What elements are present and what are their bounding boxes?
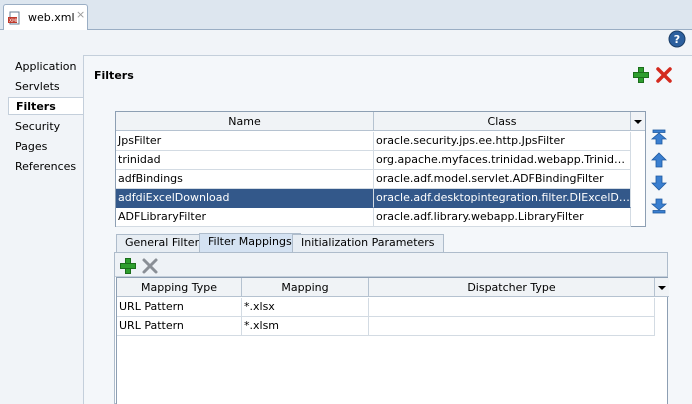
filter-class: oracle.adf.library.webapp.LibraryFilter	[374, 208, 631, 227]
table-row[interactable]: trinidad org.apache.myfaces.trinidad.web…	[116, 151, 631, 170]
column-header-mapping-type[interactable]: Mapping Type	[117, 278, 242, 297]
close-icon[interactable]: ×	[76, 8, 85, 21]
move-bottom-button[interactable]	[650, 197, 668, 215]
move-down-button[interactable]	[650, 174, 668, 192]
section-title: Filters	[94, 69, 134, 82]
tab-filter-mappings[interactable]: Filter Mappings	[199, 233, 301, 253]
column-header-mapping[interactable]: Mapping	[242, 278, 369, 297]
move-top-icon	[650, 129, 668, 145]
dropdown-icon	[658, 286, 666, 290]
mapping-value: *.xlsm	[242, 317, 369, 336]
dropdown-icon	[634, 120, 642, 124]
column-header-dispatcher-type[interactable]: Dispatcher Type	[369, 278, 655, 297]
tab-initialization-parameters[interactable]: Initialization Parameters	[292, 234, 444, 252]
editor-tab-strip	[0, 0, 692, 30]
mapping-value: *.xlsx	[242, 298, 369, 317]
delete-icon	[656, 67, 672, 83]
filter-class: oracle.security.jps.ee.http.JpsFilter	[374, 132, 631, 151]
nav-item-pages[interactable]: Pages	[8, 138, 84, 156]
move-up-button[interactable]	[650, 151, 668, 169]
column-menu-button[interactable]	[631, 112, 645, 131]
table-row[interactable]: URL Pattern *.xlsx	[117, 298, 655, 317]
svg-text:XML: XML	[9, 18, 19, 24]
table-row[interactable]: ADFLibraryFilter oracle.adf.library.weba…	[116, 208, 631, 227]
filter-name: adfdiExcelDownload	[116, 189, 374, 208]
filters-table: Name Class JpsFilter oracle.security.jps…	[115, 111, 646, 227]
add-mapping-button[interactable]	[119, 257, 137, 275]
move-up-icon	[651, 152, 667, 168]
dispatcher-type	[369, 317, 655, 336]
column-header-class[interactable]: Class	[374, 112, 631, 131]
nav-item-security[interactable]: Security	[8, 118, 84, 136]
add-icon	[633, 67, 649, 83]
delete-mapping-button[interactable]	[141, 257, 159, 275]
dispatcher-type	[369, 298, 655, 317]
delete-icon	[142, 258, 158, 274]
tab-general-filter[interactable]: General Filter	[116, 234, 209, 252]
move-top-button[interactable]	[650, 128, 668, 146]
delete-filter-button[interactable]	[655, 66, 673, 84]
table-row[interactable]: URL Pattern *.xlsm	[117, 317, 655, 336]
move-bottom-icon	[650, 198, 668, 214]
filter-name: trinidad	[116, 151, 374, 170]
filter-name: adfBindings	[116, 170, 374, 189]
table-row[interactable]: adfBindings oracle.adf.model.servlet.ADF…	[116, 170, 631, 189]
add-icon	[120, 258, 136, 274]
editor-tab-web-xml[interactable]: XML web.xml ×	[3, 4, 88, 31]
add-filter-button[interactable]	[632, 66, 650, 84]
filter-class: org.apache.myfaces.trinidad.webapp.Trini…	[374, 151, 631, 170]
table-row[interactable]: JpsFilter oracle.security.jps.ee.http.Jp…	[116, 132, 631, 151]
nav-item-servlets[interactable]: Servlets	[8, 78, 84, 96]
filter-name: JpsFilter	[116, 132, 374, 151]
filter-class: oracle.adf.desktopintegration.filter.DIE…	[374, 189, 631, 208]
filter-class: oracle.adf.model.servlet.ADFBindingFilte…	[374, 170, 631, 189]
filter-name: ADFLibraryFilter	[116, 208, 374, 227]
table-row-selected[interactable]: adfdiExcelDownload oracle.adf.desktopint…	[116, 189, 631, 208]
mapping-type: URL Pattern	[117, 317, 242, 336]
editor-tab-label: web.xml	[28, 11, 75, 24]
nav-item-references[interactable]: References	[8, 158, 84, 176]
move-down-icon	[651, 175, 667, 191]
svg-text:?: ?	[674, 33, 680, 46]
mapping-type: URL Pattern	[117, 298, 242, 317]
xml-file-icon: XML	[8, 11, 20, 25]
mappings-toolbar	[115, 253, 667, 277]
nav-item-filters[interactable]: Filters	[8, 97, 84, 115]
help-icon[interactable]: ?	[668, 30, 686, 48]
filter-mappings-table: Mapping Type Mapping Dispatcher Type URL…	[116, 277, 669, 404]
column-menu-button[interactable]	[655, 278, 669, 297]
column-header-name[interactable]: Name	[116, 112, 374, 131]
nav-item-application[interactable]: Application	[8, 58, 84, 76]
